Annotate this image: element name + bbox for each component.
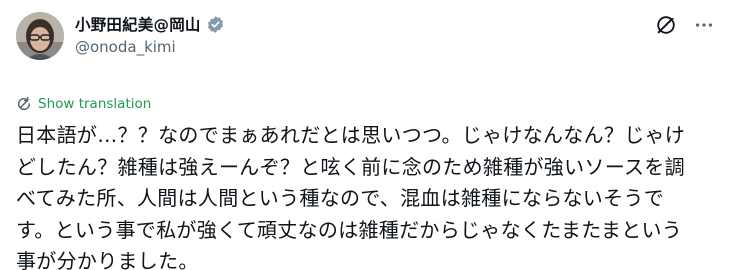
- verified-badge-icon[interactable]: [206, 15, 225, 34]
- post-card[interactable]: 小野田紀美@岡山 @onoda_kimi Show translation 日本…: [0, 0, 731, 270]
- grok-icon[interactable]: [655, 14, 677, 36]
- post-text-line: 日本語が…？？なのでまぁあれだとは思いつつ。じゃけなんなん？じゃけ: [16, 123, 686, 147]
- author-info: 小野田紀美@岡山 @onoda_kimi: [75, 12, 225, 56]
- post-text-line: 事が分かりました。: [16, 249, 199, 270]
- more-icon[interactable]: [693, 14, 715, 36]
- avatar[interactable]: [16, 12, 64, 60]
- post-text-line: す。という事で私が強くて頑丈なのは雑種だからじゃなくたまたまという: [16, 217, 683, 242]
- name-line: 小野田紀美@岡山: [75, 13, 225, 35]
- post-text-line: どしたん？雑種は強えーんぞ？と呟く前に念のため雑種が強いソースを調: [16, 154, 685, 179]
- handle[interactable]: @onoda_kimi: [75, 38, 225, 56]
- post-text-line: べてみた所、人間は人間という種なので、混血は雑種にならないそうで: [16, 186, 664, 210]
- avatar-image: [16, 12, 64, 60]
- show-translation-link[interactable]: Show translation: [16, 95, 715, 113]
- display-name[interactable]: 小野田紀美@岡山: [75, 13, 201, 35]
- translate-icon: [16, 96, 32, 112]
- show-translation-label[interactable]: Show translation: [38, 96, 151, 112]
- post-header: 小野田紀美@岡山 @onoda_kimi: [16, 12, 715, 68]
- header-actions: [655, 14, 715, 36]
- post-text: 日本語が…？？なのでまぁあれだとは思いつつ。じゃけなんなん？じゃけ どしたん？雑…: [16, 120, 716, 270]
